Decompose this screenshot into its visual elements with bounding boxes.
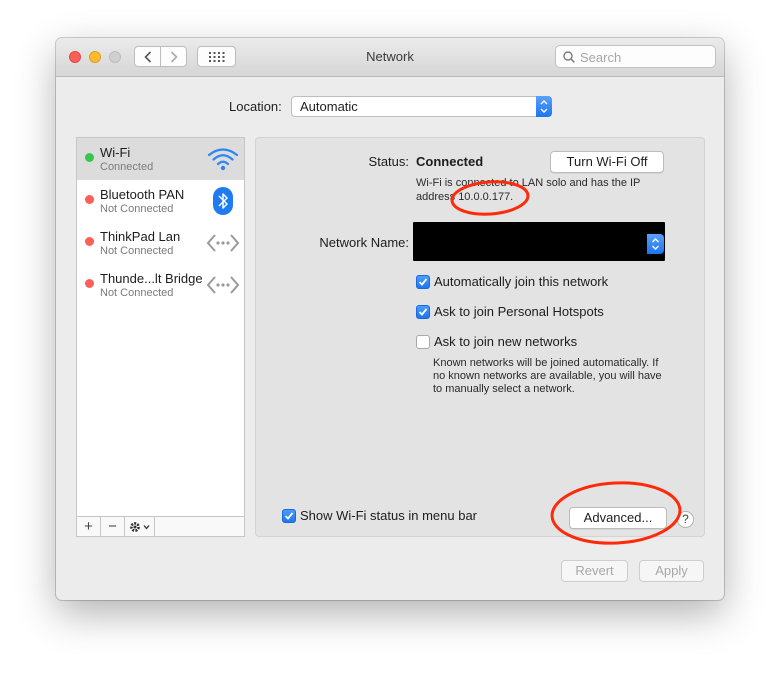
apply-button[interactable]: Apply <box>639 560 704 582</box>
ethernet-icon <box>206 234 240 252</box>
known-networks-hint: Known networks will be joined automatica… <box>433 357 673 396</box>
gear-icon <box>129 521 149 532</box>
status-value: Connected <box>416 154 484 169</box>
service-list-toolbar: + − <box>76 516 245 537</box>
service-item-wifi[interactable]: Wi-Fi Connected <box>77 138 244 180</box>
popup-arrows-icon[interactable] <box>647 234 664 254</box>
add-service-button[interactable]: + <box>77 517 101 536</box>
bluetooth-icon <box>213 187 233 215</box>
system-preferences-window: Network Location: Automatic Wi-Fi Connec… <box>56 38 724 600</box>
remove-service-button[interactable]: − <box>101 517 125 536</box>
search-field[interactable] <box>555 45 716 68</box>
service-name: ThinkPad Lan <box>100 229 181 244</box>
service-status: Not Connected <box>100 245 174 257</box>
show-status-checkbox[interactable] <box>282 509 296 523</box>
ask-new-networks-label: Ask to join new networks <box>434 334 578 349</box>
ask-hotspots-label: Ask to join Personal Hotspots <box>434 304 604 319</box>
wifi-icon <box>207 148 239 171</box>
status-dot <box>85 279 94 288</box>
location-value: Automatic <box>300 99 358 114</box>
status-description-line: Wi-Fi is connected to LAN solo and has t… <box>416 177 641 189</box>
network-name-label: Network Name: <box>319 235 409 250</box>
auto-join-label: Automatically join this network <box>434 274 609 289</box>
action-menu-button[interactable] <box>125 517 155 536</box>
service-status: Not Connected <box>100 203 174 215</box>
hint-line: no known networks are available, you wil… <box>433 370 662 382</box>
service-item-thinkpad-lan[interactable]: ThinkPad Lan Not Connected <box>77 222 244 264</box>
ethernet-icon <box>206 276 240 294</box>
service-item-thunderbolt-bridge[interactable]: Thunde...lt Bridge Not Connected <box>77 264 244 306</box>
service-name: Bluetooth PAN <box>100 187 185 202</box>
ask-hotspots-checkbox[interactable] <box>416 305 430 319</box>
service-list: Wi-Fi Connected Bluetooth PAN Not Connec… <box>76 137 245 537</box>
hint-line: Known networks will be joined automatica… <box>433 357 659 369</box>
service-name: Thunde...lt Bridge <box>100 271 203 286</box>
hint-line: to manually select a network. <box>433 383 575 395</box>
location-popup[interactable]: Automatic <box>291 96 552 117</box>
service-name: Wi-Fi <box>100 145 131 160</box>
service-status: Not Connected <box>100 287 174 299</box>
ask-new-networks-checkbox[interactable] <box>416 335 430 349</box>
service-status: Connected <box>100 161 154 173</box>
advanced-button[interactable]: Advanced... <box>569 507 667 529</box>
status-dot <box>85 195 94 204</box>
popup-arrows-icon <box>536 96 552 117</box>
detail-panel: Status: Connected Turn Wi-Fi Off Wi-Fi i… <box>255 137 705 537</box>
revert-button[interactable]: Revert <box>561 560 628 582</box>
auto-join-checkbox[interactable] <box>416 275 430 289</box>
title-bar: Network <box>56 38 724 77</box>
status-dot <box>85 153 94 162</box>
show-status-label: Show Wi-Fi status in menu bar <box>300 508 478 523</box>
service-item-bluetooth-pan[interactable]: Bluetooth PAN Not Connected <box>77 180 244 222</box>
status-description: Wi-Fi is connected to LAN solo and has t… <box>416 176 646 204</box>
status-dot <box>85 237 94 246</box>
status-description-line: address 10.0.0.177. <box>416 191 514 203</box>
search-icon <box>563 51 575 63</box>
network-name-popup-redacted[interactable] <box>413 222 665 261</box>
location-label: Location: <box>229 99 282 114</box>
help-button[interactable]: ? <box>677 511 694 528</box>
search-input[interactable] <box>578 48 712 67</box>
turn-wifi-off-button[interactable]: Turn Wi-Fi Off <box>550 151 664 173</box>
status-label: Status: <box>368 154 409 169</box>
